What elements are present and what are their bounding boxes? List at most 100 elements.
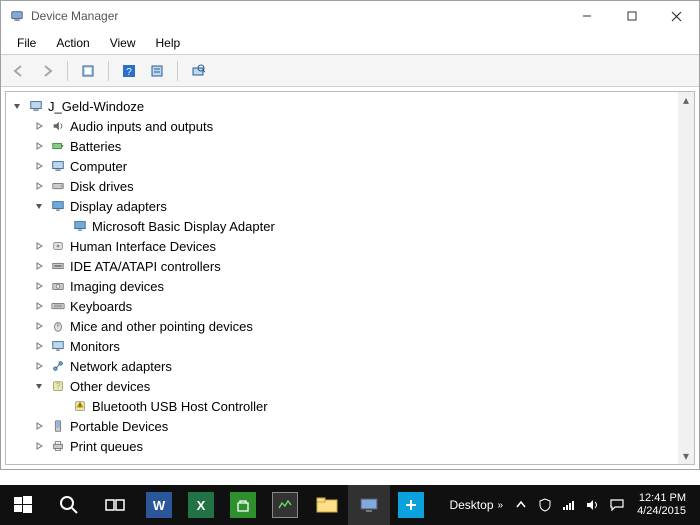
device-manager-icon xyxy=(9,8,25,24)
expand-toggle-icon[interactable] xyxy=(32,299,46,313)
mouse-icon xyxy=(50,318,66,334)
close-button[interactable] xyxy=(654,1,699,31)
maximize-button[interactable] xyxy=(609,1,654,31)
back-button[interactable] xyxy=(7,59,31,83)
tree-category[interactable]: Batteries xyxy=(10,136,678,156)
taskbar-app-file-explorer[interactable] xyxy=(306,485,348,525)
tree-category-label: Print queues xyxy=(70,439,143,454)
minimize-button[interactable] xyxy=(564,1,609,31)
tray-security-icon[interactable] xyxy=(533,485,557,525)
forward-button[interactable] xyxy=(35,59,59,83)
svg-text:?: ? xyxy=(126,67,132,78)
expand-toggle-icon[interactable] xyxy=(32,339,46,353)
taskbar-clock[interactable]: 12:41 PM 4/24/2015 xyxy=(629,492,694,518)
tree-category[interactable]: Print queues xyxy=(10,436,678,456)
imaging-icon xyxy=(50,278,66,294)
properties-button[interactable] xyxy=(145,59,169,83)
taskbar-app-settings[interactable] xyxy=(390,485,432,525)
tree-category[interactable]: Audio inputs and outputs xyxy=(10,116,678,136)
expand-toggle-icon[interactable] xyxy=(32,239,46,253)
titlebar[interactable]: Device Manager xyxy=(1,1,699,31)
taskbar-app-device-manager[interactable] xyxy=(348,485,390,525)
warn-icon xyxy=(72,398,88,414)
menu-help[interactable]: Help xyxy=(148,34,189,52)
expand-toggle-icon[interactable] xyxy=(32,139,46,153)
tree-category-label: Batteries xyxy=(70,139,121,154)
tree-category[interactable]: Portable Devices xyxy=(10,416,678,436)
tree-category[interactable]: IDE ATA/ATAPI controllers xyxy=(10,256,678,276)
tree-category[interactable]: Disk drives xyxy=(10,176,678,196)
clock-date: 4/24/2015 xyxy=(637,505,686,518)
tree-category-label: Display adapters xyxy=(70,199,167,214)
tree-category[interactable]: Mice and other pointing devices xyxy=(10,316,678,336)
help-button[interactable]: ? xyxy=(117,59,141,83)
tray-action-center-icon[interactable] xyxy=(605,485,629,525)
tree-category-label: Network adapters xyxy=(70,359,172,374)
tree-category[interactable]: Monitors xyxy=(10,336,678,356)
desktop-toolbar[interactable]: Desktop » xyxy=(443,498,509,512)
taskbar-app-excel[interactable]: X xyxy=(180,485,222,525)
tree-category-label: Other devices xyxy=(70,379,150,394)
tree-category[interactable]: Display adapters xyxy=(10,196,678,216)
menu-view[interactable]: View xyxy=(102,34,144,52)
tree-device[interactable]: Bluetooth USB Host Controller xyxy=(10,396,678,416)
search-button[interactable] xyxy=(46,485,92,525)
tree-category-label: Disk drives xyxy=(70,179,134,194)
tree-category-label: IDE ATA/ATAPI controllers xyxy=(70,259,221,274)
tree-root[interactable]: J_Geld-Windoze xyxy=(10,96,678,116)
taskbar-app-task-manager[interactable] xyxy=(264,485,306,525)
menubar: File Action View Help xyxy=(1,31,699,55)
expand-toggle-icon[interactable] xyxy=(32,439,46,453)
vertical-scrollbar[interactable]: ▴ ▾ xyxy=(678,92,694,464)
tree-category[interactable]: Imaging devices xyxy=(10,276,678,296)
expand-toggle-icon[interactable] xyxy=(32,259,46,273)
display-icon xyxy=(50,198,66,214)
display-icon xyxy=(72,218,88,234)
window-buttons xyxy=(564,1,699,31)
scroll-down-button[interactable]: ▾ xyxy=(678,448,694,464)
tree-category[interactable]: Network adapters xyxy=(10,356,678,376)
expand-toggle-icon[interactable] xyxy=(32,319,46,333)
show-hidden-button[interactable] xyxy=(76,59,100,83)
tree-category-label: Portable Devices xyxy=(70,419,168,434)
start-button[interactable] xyxy=(0,485,46,525)
taskbar[interactable]: W X Desktop » 12:41 PM 4/24/2015 xyxy=(0,485,700,525)
tray-network-icon[interactable] xyxy=(557,485,581,525)
menu-file[interactable]: File xyxy=(9,34,44,52)
tree-category-label: Monitors xyxy=(70,339,120,354)
tree-category[interactable]: Keyboards xyxy=(10,296,678,316)
task-view-button[interactable] xyxy=(92,485,138,525)
tree-root-label: J_Geld-Windoze xyxy=(48,99,144,114)
disk-icon xyxy=(50,178,66,194)
device-manager-window: Device Manager File Action View Help ? J… xyxy=(0,0,700,470)
battery-icon xyxy=(50,138,66,154)
svg-text:?: ? xyxy=(56,382,61,391)
taskbar-app-word[interactable]: W xyxy=(138,485,180,525)
tree-device[interactable]: Microsoft Basic Display Adapter xyxy=(10,216,678,236)
taskbar-app-store[interactable] xyxy=(222,485,264,525)
computer-icon xyxy=(50,158,66,174)
expand-toggle-icon[interactable] xyxy=(32,379,46,393)
tree-category[interactable]: ? Other devices xyxy=(10,376,678,396)
tray-overflow-button[interactable] xyxy=(509,485,533,525)
tray-volume-icon[interactable] xyxy=(581,485,605,525)
menu-action[interactable]: Action xyxy=(48,34,97,52)
hid-icon xyxy=(50,238,66,254)
expand-toggle-icon[interactable] xyxy=(32,119,46,133)
expand-toggle-icon[interactable] xyxy=(32,359,46,373)
device-tree[interactable]: J_Geld-Windoze Audio inputs and outputs … xyxy=(6,92,678,464)
tree-area: J_Geld-Windoze Audio inputs and outputs … xyxy=(5,91,695,465)
tree-category-label: Computer xyxy=(70,159,127,174)
tree-category[interactable]: Computer xyxy=(10,156,678,176)
tree-category-label: Imaging devices xyxy=(70,279,164,294)
scroll-up-button[interactable]: ▴ xyxy=(678,92,694,108)
expand-toggle-icon[interactable] xyxy=(32,419,46,433)
expand-toggle-icon[interactable] xyxy=(10,99,24,113)
expand-toggle-icon[interactable] xyxy=(32,199,46,213)
tree-category[interactable]: Human Interface Devices xyxy=(10,236,678,256)
expand-toggle-icon[interactable] xyxy=(32,179,46,193)
scan-hardware-button[interactable] xyxy=(186,59,210,83)
clock-time: 12:41 PM xyxy=(637,492,686,505)
expand-toggle-icon[interactable] xyxy=(32,159,46,173)
expand-toggle-icon[interactable] xyxy=(32,279,46,293)
